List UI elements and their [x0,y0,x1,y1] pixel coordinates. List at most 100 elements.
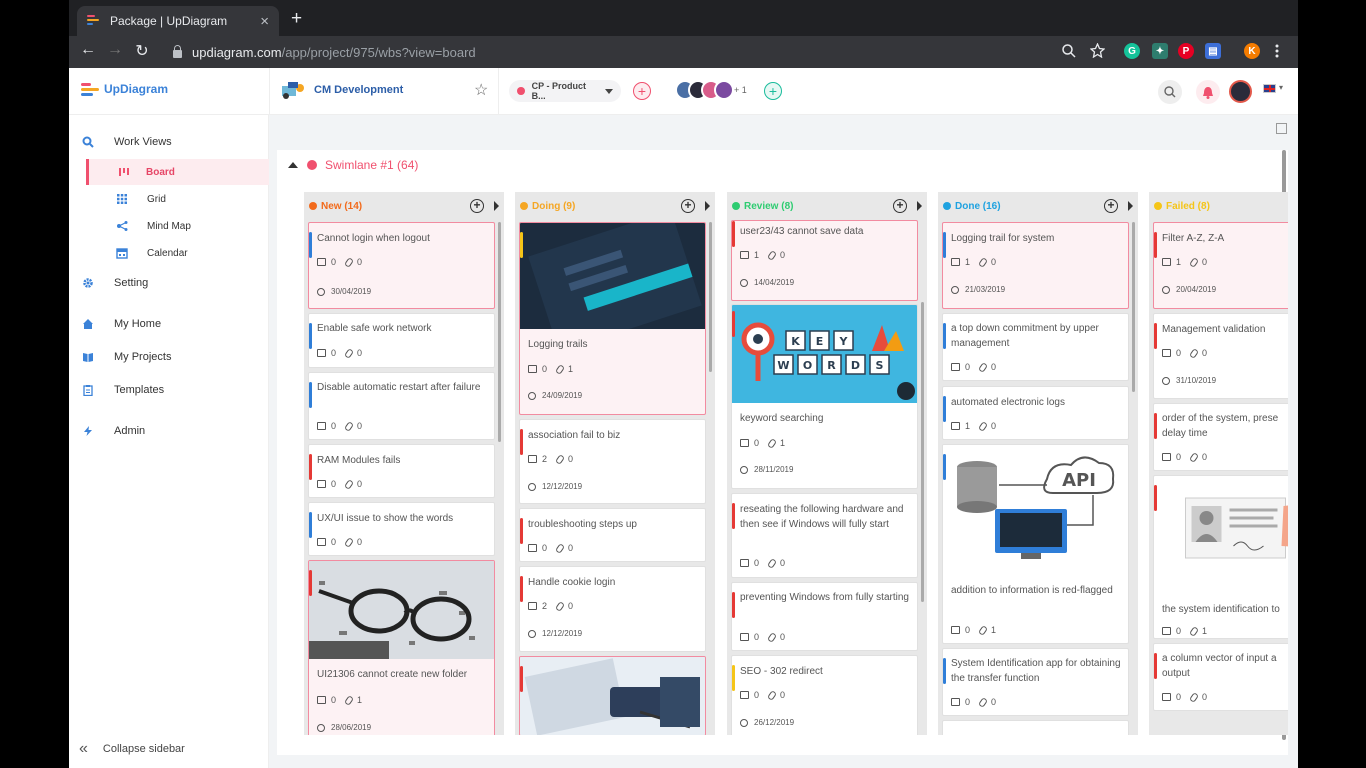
task-card[interactable]: reseating the following hardware and the… [731,493,918,578]
task-card[interactable]: UX/UI issue to show the words 00 [308,502,495,556]
add-member-button[interactable]: + [764,82,782,100]
task-card[interactable]: Logging trail for system 10 21/03/2019 [942,222,1129,309]
sidebar-item-templates[interactable]: Templates [69,377,269,403]
task-card[interactable]: K E Y W O R D S keyword searching 0 1 28… [731,304,918,489]
task-card[interactable]: a top down commitment by upper managemen… [942,313,1129,381]
task-card[interactable]: Filter A-Z, Z-A 10 20/04/2019 [1153,222,1288,309]
card-meta: 10 [951,420,996,432]
forward-button[interactable]: → [104,41,126,59]
comment-icon [317,422,326,430]
back-button[interactable]: ← [77,41,99,59]
task-card[interactable]: Cannot login when logout 00 30/04/2019 [308,222,495,309]
sidebar-item-admin[interactable]: Admin [69,418,269,444]
column-menu-icon[interactable] [1128,201,1133,211]
sidebar-item-work-views[interactable]: Work Views [69,129,269,155]
clock-icon [317,723,325,732]
package-select[interactable]: CP - Product B... [509,80,621,102]
task-card[interactable] [519,656,706,735]
task-card[interactable]: order of the system, prese delay time 00 [1153,403,1288,471]
board-icon [119,168,129,176]
fullscreen-icon[interactable] [1276,123,1287,134]
tab-title: Package | UpDiagram [110,14,228,28]
priority-bar [732,592,735,618]
browser-tab[interactable]: Package | UpDiagram × [77,6,279,36]
comment-icon [317,349,326,357]
collapse-sidebar-button[interactable]: « Collapse sidebar [79,740,185,758]
column-new: New (14) + Cannot login when logout 00 3… [304,192,504,735]
uk-flag-icon[interactable] [1263,84,1276,93]
add-card-button[interactable]: + [681,199,695,213]
sidebar-item-setting[interactable]: Setting [69,270,269,296]
sidebar-item-board[interactable]: Board [86,159,269,185]
tab-close-icon[interactable]: × [260,13,269,30]
sidebar-item-mind-map[interactable]: Mind Map [69,213,269,239]
grammarly-icon[interactable]: G [1124,43,1140,59]
column-doing: Doing (9) + Logging trails 0 1 24/09/201… [515,192,715,735]
docs-extension-icon[interactable]: ▤ [1205,43,1221,59]
due-date: 31/10/2019 [1176,376,1217,385]
sidebar-item-my-projects[interactable]: My Projects [69,344,269,370]
column-menu-icon[interactable] [705,201,710,211]
task-card[interactable]: troubleshooting steps up 00 [519,508,706,562]
more-menu-icon[interactable] [1275,44,1279,58]
column-scrollbar[interactable] [921,302,924,602]
column-scrollbar[interactable] [709,222,712,372]
app-logo[interactable]: UpDiagram [81,82,168,96]
due-date: 12/12/2019 [542,629,583,638]
column-menu-icon[interactable] [494,201,499,211]
add-card-button[interactable]: + [470,199,484,213]
profile-avatar[interactable]: K [1244,43,1260,59]
favorite-star-icon[interactable]: ☆ [474,80,488,100]
sidebar-item-grid[interactable]: Grid [69,186,269,212]
user-avatar[interactable] [1229,80,1252,103]
task-card[interactable] [942,720,1129,735]
task-card[interactable]: RAM Modules fails 00 [308,444,495,498]
zoom-icon[interactable] [1062,44,1076,58]
task-card[interactable]: UI21306 cannot create new folder 01 28/0… [308,560,495,735]
notifications-button[interactable] [1196,80,1220,104]
task-card[interactable]: API addition to information is red-flagg… [942,444,1129,644]
task-card[interactable]: Enable safe work network 00 [308,313,495,368]
task-card[interactable]: System Identification app for obtaining … [942,648,1129,716]
task-card[interactable]: Disable automatic restart after failure … [308,372,495,440]
package-select-value: CP - Product B... [531,81,586,101]
task-card[interactable]: automated electronic logs 10 [942,386,1129,440]
project-name[interactable]: CM Development [314,84,403,96]
sidebar-item-my-home[interactable]: My Home [69,311,269,337]
priority-bar [943,454,946,480]
task-card[interactable]: SEO - 302 redirect 00 26/12/2019 [731,655,918,735]
pinterest-icon[interactable]: P [1178,43,1194,59]
task-card[interactable]: preventing Windows from fully starting 0… [731,582,918,651]
column-menu-icon[interactable] [917,201,922,211]
add-package-button[interactable]: + [633,82,651,100]
task-card[interactable]: association fail to biz 20 12/12/2019 [519,419,706,504]
bookmark-star-icon[interactable] [1090,43,1105,58]
sidebar-item-calendar[interactable]: Calendar [69,240,269,266]
column-scrollbar[interactable] [1132,222,1135,392]
reload-button[interactable]: ↻ [131,41,153,61]
add-card-button[interactable]: + [893,199,907,213]
add-card-button[interactable]: + [1104,199,1118,213]
task-card[interactable]: the system identification to 01 [1153,475,1288,639]
task-card[interactable]: Management validation 00 31/10/2019 [1153,313,1288,399]
task-card[interactable]: user23/43 cannot save data 10 14/04/2019 [731,220,918,301]
language-chevron-icon[interactable]: ▾ [1279,83,1283,92]
member-avatars[interactable] [675,80,734,100]
task-card[interactable]: a column vector of input a output 00 [1153,643,1288,711]
task-card[interactable]: Handle cookie login 20 12/12/2019 [519,566,706,652]
task-card[interactable]: Logging trails 01 24/09/2019 [519,222,706,415]
address-bar[interactable]: updiagram.com/app/project/975/wbs?view=b… [161,39,1131,65]
attachment-count: 0 [357,348,363,358]
column-scrollbar[interactable] [498,222,501,442]
new-tab-button[interactable]: + [291,8,302,30]
swimlane-header[interactable]: Swimlane #1 (64) [288,158,418,172]
extension-icon[interactable]: ✦ [1152,43,1168,59]
card-title: Enable safe work network [317,323,432,334]
due-date: 21/03/2019 [965,285,1006,294]
priority-bar [520,232,523,258]
attachment-count: 0 [1202,257,1208,267]
collapse-triangle-icon[interactable] [288,162,298,168]
comment-count: 0 [754,690,760,700]
card-meta: 01 [1162,625,1207,637]
search-button[interactable] [1158,80,1182,104]
